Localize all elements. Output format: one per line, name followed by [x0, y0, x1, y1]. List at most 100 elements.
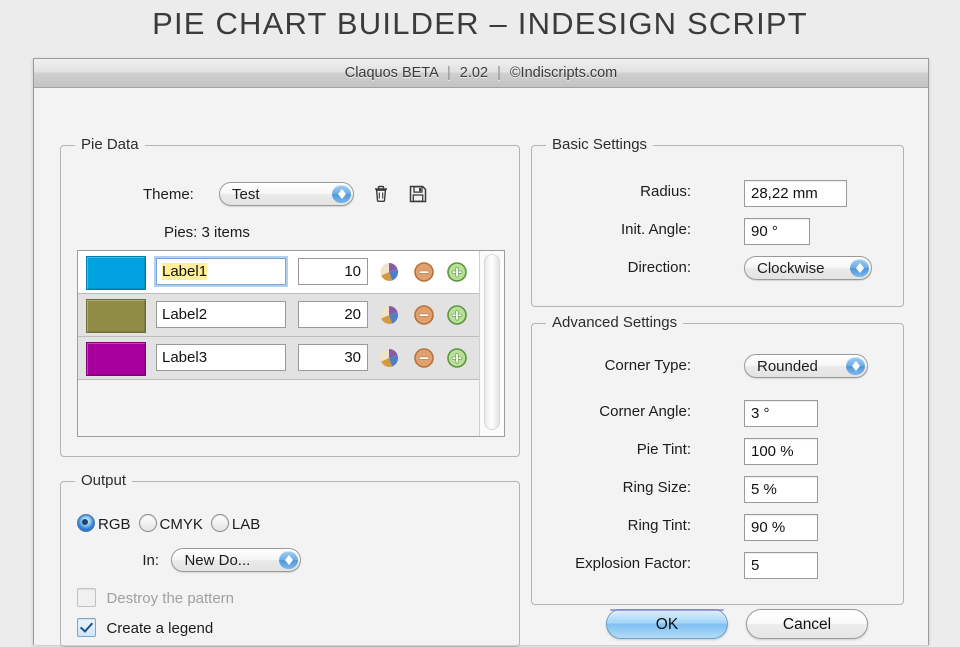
cancel-button[interactable]: Cancel: [746, 609, 868, 639]
theme-select-value: Test: [232, 186, 260, 203]
pie-name-input[interactable]: Label2: [156, 301, 286, 328]
minus-circle-icon[interactable]: [413, 304, 435, 326]
pies-count-value: 3 items: [202, 224, 250, 241]
create-legend-checkbox[interactable]: Create a legend: [77, 618, 213, 638]
direction-select[interactable]: Clockwise: [744, 256, 872, 280]
pies-count: Pies: 3 items: [164, 224, 250, 241]
ring-tint-label: Ring Tint:: [628, 517, 691, 534]
pie-tint-label: Pie Tint:: [637, 441, 691, 458]
plus-circle-icon[interactable]: [446, 347, 468, 369]
minus-circle-icon[interactable]: [413, 261, 435, 283]
explosion-factor-row: Explosion Factor: 5: [532, 550, 903, 580]
direction-row: Direction: Clockwise: [532, 254, 903, 284]
pie-color-icon[interactable]: [378, 261, 400, 283]
pie-data-legend: Pie Data: [75, 136, 145, 153]
in-select-value: New Do...: [184, 552, 250, 569]
advanced-settings-legend: Advanced Settings: [546, 314, 683, 331]
pie-value-input[interactable]: 30: [298, 344, 368, 371]
init-angle-row: Init. Angle: 90 °: [532, 216, 903, 246]
pie-row[interactable]: Label2 20: [78, 294, 480, 337]
minus-circle-icon[interactable]: [413, 347, 435, 369]
pie-rows-list: Label1 10 Label2 20 Label3 30: [77, 250, 505, 437]
chevron-updown-icon: [332, 185, 351, 203]
radius-row: Radius: 28,22 mm: [532, 178, 903, 208]
corner-type-row: Corner Type: Rounded: [532, 352, 903, 382]
color-mode-radio-rgb[interactable]: RGB: [77, 514, 131, 534]
pie-row[interactable]: Label1 10: [78, 251, 480, 294]
corner-angle-input[interactable]: 3 °: [744, 400, 818, 427]
pie-tint-row: Pie Tint: 100 %: [532, 436, 903, 466]
ring-size-label: Ring Size:: [623, 479, 691, 496]
window-titlebar: Claquos BETA | 2.02 | ©Indiscripts.com: [34, 59, 928, 88]
corner-angle-row: Corner Angle: 3 °: [532, 398, 903, 428]
pie-row[interactable]: Label3 30: [78, 337, 480, 380]
pie-list-scrollbar-thumb[interactable]: [484, 254, 500, 430]
output-group: Output RGBCMYKLAB In: New Do... Destroy …: [60, 481, 520, 647]
basic-settings-legend: Basic Settings: [546, 136, 653, 153]
ring-size-row: Ring Size: 5 %: [532, 474, 903, 504]
pie-data-group: Pie Data Theme: Test: [60, 145, 520, 457]
plus-circle-icon[interactable]: [446, 261, 468, 283]
explosion-factor-label: Explosion Factor:: [575, 555, 691, 572]
color-mode-radio-lab[interactable]: LAB: [211, 514, 260, 534]
basic-settings-group: Basic Settings Radius: 28,22 mm Init. An…: [531, 145, 904, 307]
floppy-save-icon[interactable]: [406, 182, 430, 206]
pie-value-input[interactable]: 10: [298, 258, 368, 285]
color-mode-label: RGB: [98, 516, 131, 533]
pie-list-scrollbar[interactable]: [479, 251, 504, 436]
checkbox-box: [77, 588, 96, 607]
chevron-updown-icon: [850, 259, 869, 277]
init-angle-label: Init. Angle:: [621, 221, 691, 238]
radio-dot: [77, 514, 95, 532]
chevron-updown-icon: [279, 551, 298, 569]
color-mode-radio-group: RGB CMYK LAB: [77, 514, 268, 534]
radio-dot: [139, 514, 157, 532]
ring-tint-row: Ring Tint: 90 %: [532, 512, 903, 542]
pie-color-swatch[interactable]: [86, 342, 146, 376]
in-label: In:: [77, 552, 159, 569]
pie-color-icon[interactable]: [378, 347, 400, 369]
pie-name-input[interactable]: Label1: [156, 258, 286, 285]
ok-button[interactable]: OK: [606, 609, 728, 639]
chevron-updown-icon: [846, 357, 865, 375]
init-angle-input[interactable]: 90 °: [744, 218, 810, 245]
screenshot-root: PIE CHART BUILDER – INDESIGN SCRIPT Claq…: [0, 0, 960, 640]
ring-tint-input[interactable]: 90 %: [744, 514, 818, 541]
pie-color-icon[interactable]: [378, 304, 400, 326]
pie-color-swatch[interactable]: [86, 256, 146, 290]
pie-value-input[interactable]: 20: [298, 301, 368, 328]
pies-count-label: Pies:: [164, 224, 197, 241]
corner-type-select[interactable]: Rounded: [744, 354, 868, 378]
pie-name-input[interactable]: Label3: [156, 344, 286, 371]
ring-size-input[interactable]: 5 %: [744, 476, 818, 503]
titlebar-separator-1: |: [442, 65, 456, 81]
theme-label: Theme:: [143, 186, 194, 203]
radius-label: Radius:: [640, 183, 691, 200]
color-mode-radio-cmyk[interactable]: CMYK: [139, 514, 203, 534]
titlebar-app-name: Claquos BETA: [345, 65, 438, 81]
theme-select[interactable]: Test: [219, 182, 354, 206]
titlebar-separator-2: |: [492, 65, 506, 81]
plus-circle-icon[interactable]: [446, 304, 468, 326]
pie-color-swatch[interactable]: [86, 299, 146, 333]
pie-tint-input[interactable]: 100 %: [744, 438, 818, 465]
output-legend: Output: [75, 472, 132, 489]
corner-type-select-value: Rounded: [757, 358, 818, 375]
theme-row: Theme: Test: [61, 180, 519, 210]
in-select[interactable]: New Do...: [171, 548, 301, 572]
explosion-factor-input[interactable]: 5: [744, 552, 818, 579]
titlebar-copyright: ©Indiscripts.com: [510, 65, 617, 81]
trash-icon[interactable]: [369, 182, 393, 206]
claquos-dialog-window: Claquos BETA | 2.02 | ©Indiscripts.com P…: [33, 58, 929, 645]
destroy-pattern-label: Destroy the pattern: [106, 590, 234, 607]
destroy-pattern-checkbox[interactable]: Destroy the pattern: [77, 588, 234, 608]
color-mode-label: LAB: [232, 516, 260, 533]
checkbox-box: [77, 618, 96, 637]
titlebar-version: 2.02: [460, 65, 488, 81]
create-legend-label: Create a legend: [106, 620, 213, 637]
radius-input[interactable]: 28,22 mm: [744, 180, 847, 207]
pie-name-value: Label3: [162, 349, 207, 366]
in-row: In: New Do...: [77, 548, 301, 572]
direction-label: Direction:: [628, 259, 691, 276]
pie-rows-container: Label1 10 Label2 20 Label3 30: [78, 251, 480, 436]
